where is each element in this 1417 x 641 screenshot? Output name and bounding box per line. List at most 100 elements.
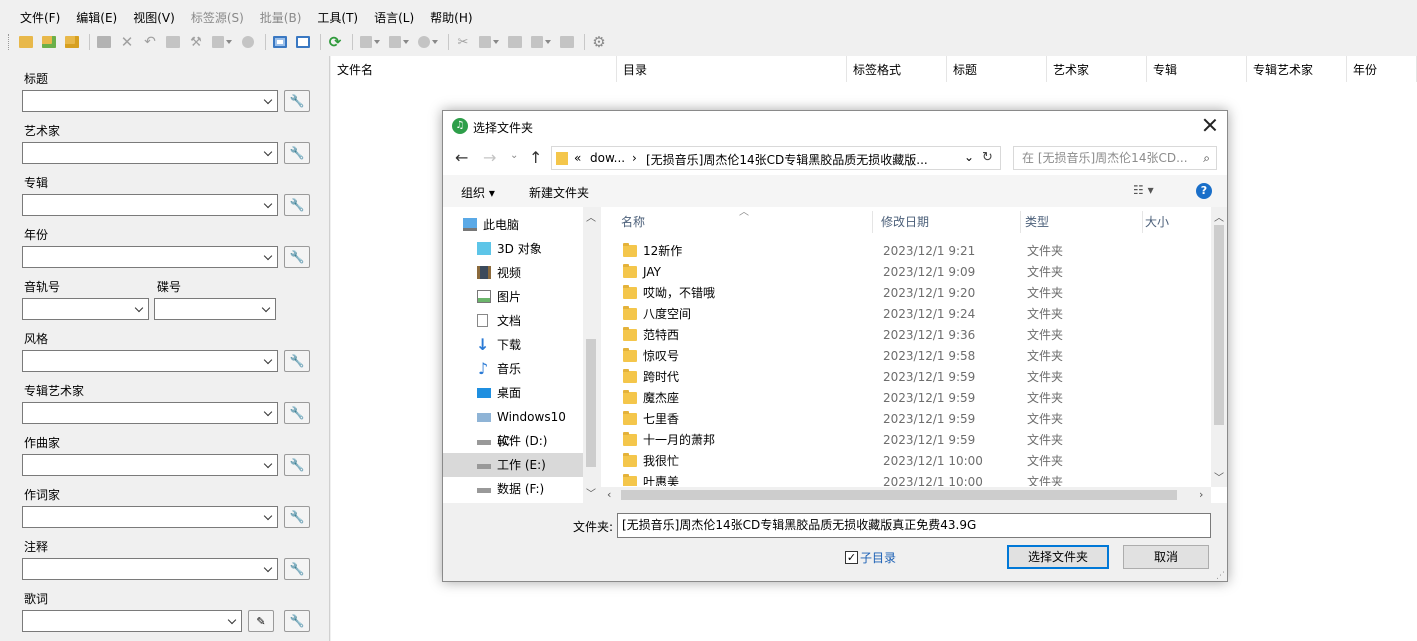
col-filename[interactable]: 文件名 (331, 56, 617, 82)
header-type[interactable]: 类型 (1025, 211, 1143, 233)
title-wrench-button[interactable]: 🔧 (284, 90, 310, 112)
subdirectory-checkbox[interactable]: ✓ (845, 551, 858, 564)
organize-button[interactable]: 组织 ▾ (461, 184, 495, 201)
subdirectory-label[interactable]: 子目录 (860, 549, 896, 566)
track-combo[interactable] (22, 298, 149, 320)
scroll-up-icon[interactable]: ︿ (586, 209, 596, 224)
header-date[interactable]: 修改日期 (881, 211, 1021, 233)
scroll-down-icon[interactable]: ﹀ (586, 485, 596, 500)
address-segment-downloads[interactable]: dow... (590, 151, 625, 165)
comment-combo[interactable] (22, 558, 278, 580)
nav-drive-c[interactable]: Windows10 (C: (443, 405, 583, 448)
paste-icon[interactable] (505, 33, 525, 51)
nav-this-pc[interactable]: 此电脑 (443, 213, 569, 237)
col-directory[interactable]: 目录 (617, 56, 847, 82)
folder-row[interactable]: 叶惠美 2023/12/1 10:00 文件夹 (601, 472, 1213, 486)
export-icon[interactable] (557, 33, 577, 51)
menu-batch[interactable]: 批量(B) (252, 0, 310, 32)
add-folder-icon[interactable] (39, 33, 59, 51)
search-input[interactable]: 在 [无损音乐]周杰伦14张CD... ⌕ (1013, 146, 1217, 170)
address-segment-current[interactable]: [无损音乐]周杰伦14张CD专辑黑胶品质无损收藏版... (646, 151, 928, 168)
folder-row[interactable]: 十一月的萧邦 2023/12/1 9:59 文件夹 (601, 430, 1213, 451)
filter-icon[interactable] (528, 33, 554, 51)
col-tag-format[interactable]: 标签格式 (847, 56, 947, 82)
list-scroll-thumb[interactable] (1214, 225, 1224, 425)
folder-name-input[interactable]: [无损音乐]周杰伦14张CD专辑黑胶品质无损收藏版真正免费43.9G (617, 513, 1211, 538)
nav-drive-f[interactable]: 数据 (F:) (443, 477, 583, 501)
undo-icon[interactable]: ↶ (140, 33, 160, 51)
close-icon[interactable] (1201, 117, 1219, 135)
lyrics-combo[interactable] (22, 610, 242, 632)
col-album[interactable]: 专辑 (1147, 56, 1247, 82)
refresh-icon[interactable]: ⟳ (325, 33, 345, 51)
favorite-folder-icon[interactable] (62, 33, 82, 51)
help-icon[interactable]: ? (1196, 183, 1212, 199)
scroll-right-icon[interactable]: › (1199, 488, 1203, 501)
folder-row[interactable]: 哎呦，不错哦 2023/12/1 9:20 文件夹 (601, 283, 1213, 304)
cancel-button[interactable]: 取消 (1123, 545, 1209, 569)
menu-help[interactable]: 帮助(H) (422, 0, 480, 32)
forward-icon[interactable]: → (483, 148, 496, 167)
comment-wrench-button[interactable]: 🔧 (284, 558, 310, 580)
nav-scrollbar[interactable]: ︿ ﹀ (583, 207, 599, 503)
cover-icon[interactable] (357, 33, 383, 51)
nav-documents[interactable]: 文档 (443, 309, 583, 333)
folder-row[interactable]: 八度空间 2023/12/1 9:24 文件夹 (601, 304, 1213, 325)
back-icon[interactable]: ← (455, 148, 468, 167)
folder-row[interactable]: 七里香 2023/12/1 9:59 文件夹 (601, 409, 1213, 430)
col-album-artist[interactable]: 专辑艺术家 (1247, 56, 1347, 82)
settings-gear-icon[interactable]: ⚙ (589, 33, 609, 51)
list-vertical-scrollbar[interactable]: ︿ ﹀ (1211, 207, 1227, 487)
select-folder-button[interactable]: 选择文件夹 (1007, 545, 1109, 569)
save-icon[interactable] (94, 33, 114, 51)
scroll-down-icon[interactable]: ﹀ (1214, 469, 1224, 484)
nav-drive-d[interactable]: 软件 (D:) (443, 429, 583, 453)
menu-tag-sources[interactable]: 标签源(S) (183, 0, 252, 32)
nav-downloads[interactable]: ↓ 下载 (443, 333, 583, 357)
header-name[interactable]: 名称 (621, 211, 873, 233)
nav-drive-e[interactable]: 工作 (E:) (443, 453, 583, 477)
nav-scroll-thumb[interactable] (586, 339, 596, 467)
remove-tag-icon[interactable]: ✕ (117, 33, 137, 51)
composer-wrench-button[interactable]: 🔧 (284, 454, 310, 476)
book-icon[interactable] (163, 33, 183, 51)
nav-videos[interactable]: 视频 (443, 261, 583, 285)
disc-combo[interactable] (154, 298, 276, 320)
new-folder-button[interactable]: 新建文件夹 (529, 184, 589, 201)
folder-row[interactable]: 12新作 2023/12/1 9:21 文件夹 (601, 241, 1213, 262)
folder-row[interactable]: 范特西 2023/12/1 9:36 文件夹 (601, 325, 1213, 346)
lyricist-combo[interactable] (22, 506, 278, 528)
scroll-up-icon[interactable]: ︿ (1214, 209, 1224, 224)
folder-row[interactable]: 惊叹号 2023/12/1 9:58 文件夹 (601, 346, 1213, 367)
genre-combo[interactable] (22, 350, 278, 372)
year-combo[interactable] (22, 246, 278, 268)
wrench-tool-icon[interactable]: ⚒ (186, 33, 206, 51)
tag-icon[interactable] (415, 33, 441, 51)
album-combo[interactable] (22, 194, 278, 216)
album-wrench-button[interactable]: 🔧 (284, 194, 310, 216)
folder-row[interactable]: 跨时代 2023/12/1 9:59 文件夹 (601, 367, 1213, 388)
menu-language[interactable]: 语言(L) (366, 0, 422, 32)
up-icon[interactable]: ↑ (529, 148, 542, 167)
lyrics-wrench-button[interactable]: 🔧 (284, 610, 310, 632)
folder-row[interactable]: 我很忙 2023/12/1 10:00 文件夹 (601, 451, 1213, 472)
title-combo[interactable] (22, 90, 278, 112)
menu-edit[interactable]: 编辑(E) (68, 0, 125, 32)
view-options-icon[interactable]: ☷ ▾ (1133, 183, 1154, 197)
lyrics-edit-button[interactable]: ✎ (248, 610, 274, 632)
nav-desktop[interactable]: 桌面 (443, 381, 583, 405)
format-icon[interactable] (386, 33, 412, 51)
lyricist-wrench-button[interactable]: 🔧 (284, 506, 310, 528)
menu-view[interactable]: 视图(V) (125, 0, 183, 32)
col-title[interactable]: 标题 (947, 56, 1047, 82)
menu-tools[interactable]: 工具(T) (309, 0, 366, 32)
scroll-left-icon[interactable]: ‹ (607, 488, 611, 501)
genre-wrench-button[interactable]: 🔧 (284, 350, 310, 372)
album-artist-combo[interactable] (22, 402, 278, 424)
tag-filename-icon[interactable] (209, 33, 235, 51)
open-folder-icon[interactable] (16, 33, 36, 51)
artist-wrench-button[interactable]: 🔧 (284, 142, 310, 164)
nav-pictures[interactable]: 图片 (443, 285, 583, 309)
year-wrench-button[interactable]: 🔧 (284, 246, 310, 268)
col-year[interactable]: 年份 (1347, 56, 1417, 82)
